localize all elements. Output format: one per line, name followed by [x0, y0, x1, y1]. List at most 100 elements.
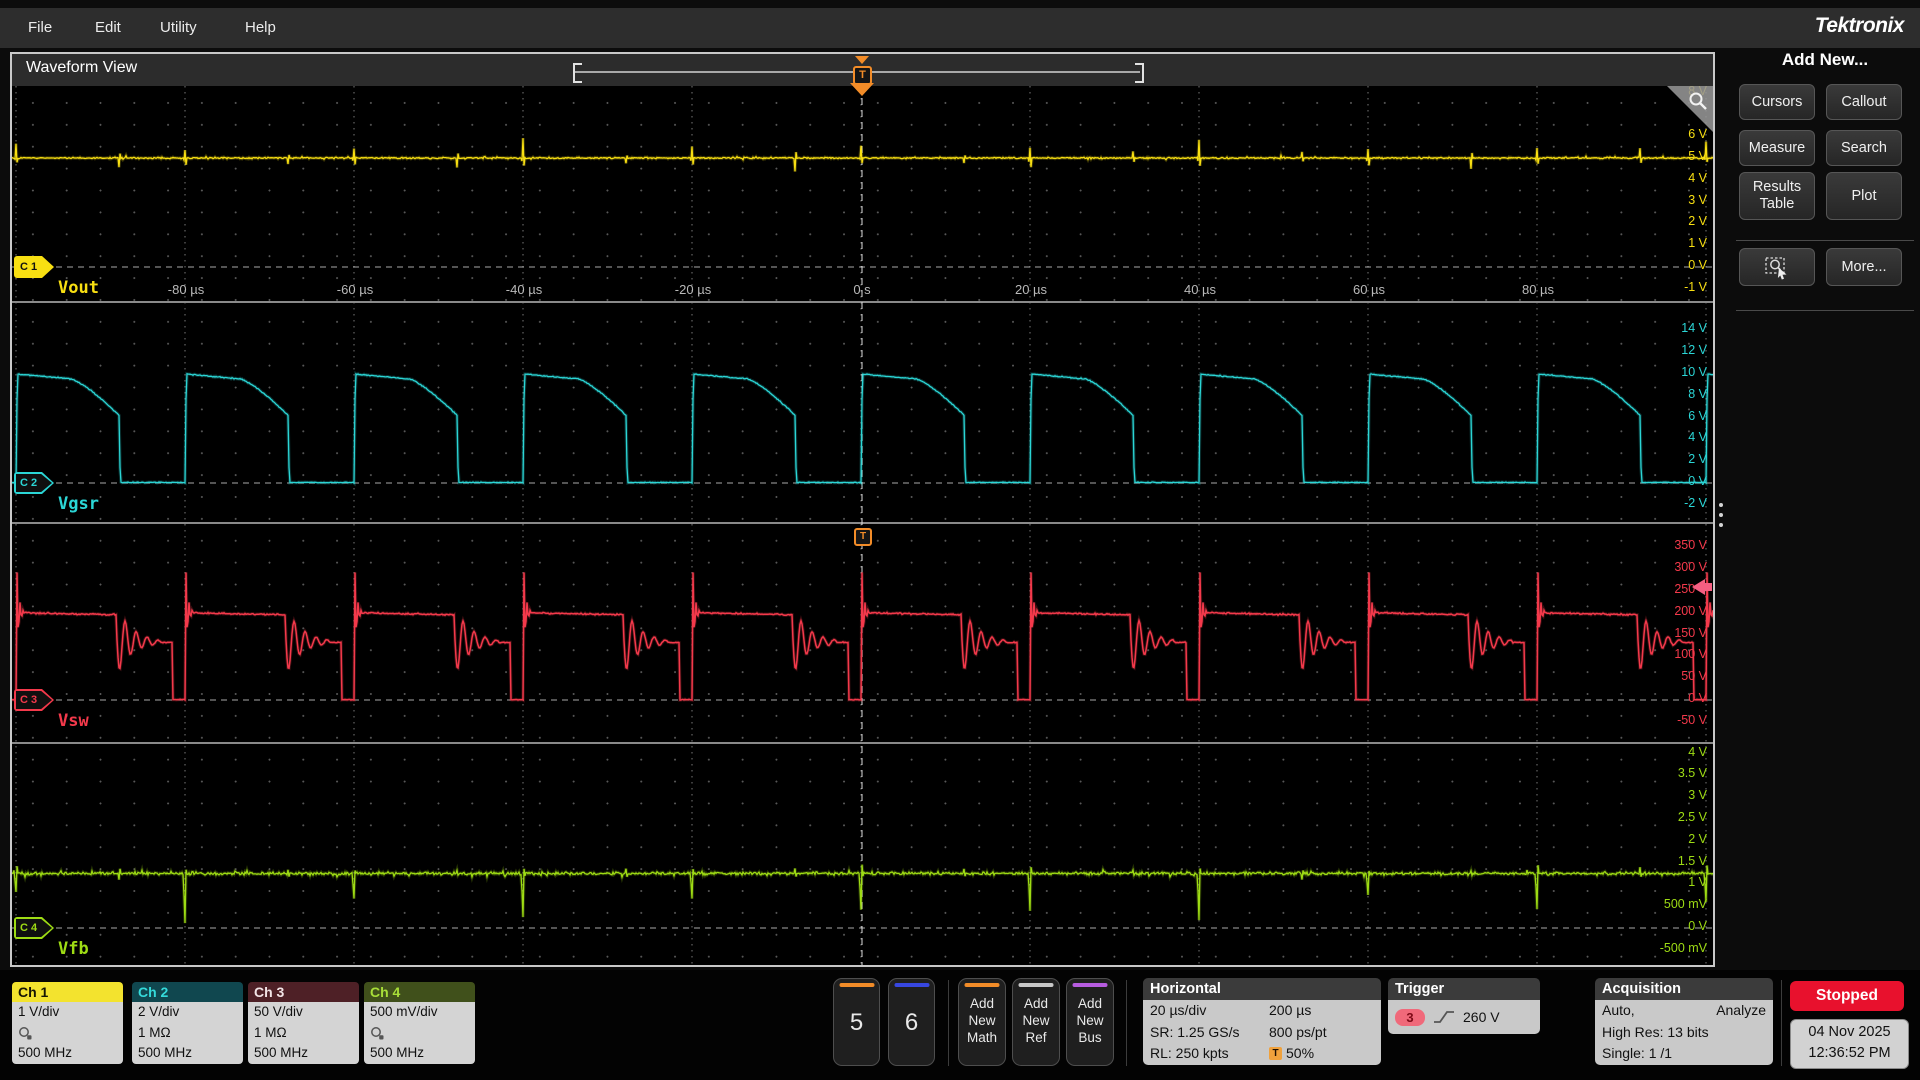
channel-label: Ch 1 [12, 982, 123, 1002]
waveform-plot [12, 86, 1713, 965]
channel-button-ch-3[interactable]: Ch 350 V/div1 MΩ500 MHz [248, 982, 359, 1064]
menu-item-utility[interactable]: Utility [160, 8, 197, 48]
acquisition-value-left: High Res: 13 bits [1602, 1022, 1766, 1044]
axis-label-vfb: 4 V [1688, 745, 1707, 759]
channel-color-stripe [839, 983, 874, 987]
channel-badge-vsw[interactable]: C 3 [14, 689, 54, 711]
waveform-view-title: Waveform View [26, 59, 137, 77]
horizontal-value-left: 20 µs/div [1150, 1000, 1269, 1022]
button-color-stripe [1019, 983, 1054, 987]
axis-label-vsw: 350 V [1674, 538, 1707, 552]
zoom-select-button[interactable] [1739, 248, 1815, 286]
add-measure-button[interactable]: Measure [1739, 130, 1815, 166]
axis-label-vout: 1 V [1688, 236, 1707, 250]
axis-label-vsw: 100 V [1674, 647, 1707, 661]
acquisition-panel[interactable]: Acquisition Auto,AnalyzeHigh Res: 13 bit… [1595, 978, 1773, 1065]
panel-resize-handle[interactable] [1719, 503, 1724, 533]
add-new-title: Add New... [1730, 50, 1920, 70]
horizontal-value-right: T 50% [1269, 1043, 1374, 1065]
acquisition-panel-title: Acquisition [1595, 978, 1773, 1000]
button-label: AddNewBus [1067, 995, 1113, 1046]
trigger-source-marker[interactable]: T [854, 528, 872, 546]
channel-scale: 500 mV/div [370, 1002, 475, 1023]
channel-scale: 2 V/div [138, 1002, 243, 1023]
trace-label-vout: Vout [58, 278, 99, 298]
add-new-bus-button[interactable]: AddNewBus [1066, 978, 1114, 1066]
trigger-panel[interactable]: Trigger 3 260 V [1388, 978, 1540, 1034]
trigger-level-value: 260 V [1463, 1009, 1500, 1025]
add-callout-button[interactable]: Callout [1826, 84, 1902, 120]
channel-scale: 1 V/div [18, 1002, 123, 1023]
oscilloscope-screen: Tektronix FileEditUtilityHelp Waveform V… [0, 0, 1920, 1080]
more-button[interactable]: More... [1826, 248, 1902, 286]
axis-label-vfb: 1 V [1688, 875, 1707, 889]
axis-label-vsw: 0 V [1688, 691, 1707, 705]
add-plot-button[interactable]: Plot [1826, 172, 1902, 220]
waveform-trace [12, 138, 1713, 171]
horizontal-panel[interactable]: Horizontal 20 µs/div200 µsSR: 1.25 GS/s8… [1143, 978, 1381, 1065]
channel-button-ch-4[interactable]: Ch 4500 mV/div500 MHz [364, 982, 475, 1064]
menu-item-file[interactable]: File [28, 8, 52, 48]
add-new-math-button[interactable]: AddNewMath [958, 978, 1006, 1066]
time-label: -60 µs [337, 282, 373, 297]
channel-button-ch-2[interactable]: Ch 22 V/div1 MΩ500 MHz [132, 982, 243, 1064]
trigger-level-arrow-tail [1705, 583, 1712, 591]
channel-button-6[interactable]: 6 [888, 978, 935, 1066]
channel-badge-vout[interactable]: C 1 [14, 256, 54, 278]
axis-label-vgsr: 14 V [1681, 321, 1707, 335]
zoom-corner-button[interactable] [1667, 86, 1713, 132]
axis-label-vfb: 2.5 V [1678, 810, 1707, 824]
axis-label-vgsr: 8 V [1688, 387, 1707, 401]
channel-bandwidth: 500 MHz [138, 1043, 243, 1064]
probe-icon [18, 1023, 123, 1044]
time-label: 20 µs [1015, 282, 1047, 297]
run-stop-status[interactable]: Stopped [1790, 981, 1904, 1011]
button-label: AddNewRef [1013, 995, 1059, 1046]
axis-label-vout: 0 V [1688, 258, 1707, 272]
time-label: -20 µs [675, 282, 711, 297]
sidebar-divider [1736, 240, 1914, 241]
channel-scale: 50 V/div [254, 1002, 359, 1023]
horizontal-value-left: SR: 1.25 GS/s [1150, 1022, 1269, 1044]
time-label: -40 µs [506, 282, 542, 297]
channel-bandwidth: 500 MHz [18, 1043, 123, 1064]
probe-icon [370, 1023, 475, 1044]
channel-badge-vfb[interactable]: C 4 [14, 917, 54, 939]
axis-label-vfb: 1.5 V [1678, 854, 1707, 868]
channel-label: Ch 2 [132, 982, 243, 1002]
date-text: 04 Nov 2025 [1791, 1022, 1908, 1043]
bottom-bar-divider [948, 980, 949, 1066]
channel-badge-vgsr[interactable]: C 2 [14, 472, 54, 494]
time-label: 0 s [853, 282, 870, 297]
graticule[interactable]: T -80 µs-60 µs-40 µs-20 µs0 s20 µs40 µs6… [12, 86, 1713, 965]
channel-impedance: 1 MΩ [254, 1023, 359, 1044]
channel-button-5[interactable]: 5 [833, 978, 880, 1066]
axis-label-vfb: 3.5 V [1678, 766, 1707, 780]
horizontal-row: SR: 1.25 GS/s800 ps/pt [1143, 1022, 1381, 1044]
bottom-bar-divider [1781, 980, 1782, 1066]
horizontal-value-right: 200 µs [1269, 1000, 1374, 1022]
expansion-point-icon[interactable] [850, 83, 874, 96]
add-cursors-button[interactable]: Cursors [1739, 84, 1815, 120]
add-search-button[interactable]: Search [1826, 130, 1902, 166]
channel-bandwidth: 500 MHz [254, 1043, 359, 1064]
axis-label-vgsr: 12 V [1681, 343, 1707, 357]
time-text: 12:36:52 PM [1791, 1043, 1908, 1064]
channel-bandwidth: 500 MHz [370, 1043, 475, 1064]
sidebar-add-new: Add New... Cursors Callout Measure Search Re… [1730, 48, 1920, 968]
trigger-position-icon[interactable] [855, 56, 869, 64]
channel-color-stripe [894, 983, 929, 987]
trigger-flag-icon: T [1269, 1047, 1282, 1060]
acquisition-value-left: Auto, [1602, 1000, 1716, 1022]
channel-button-ch-1[interactable]: Ch 11 V/div 500 MHz [12, 982, 123, 1064]
datetime-badge[interactable]: 04 Nov 2025 12:36:52 PM [1790, 1019, 1909, 1069]
menu-item-edit[interactable]: Edit [95, 8, 121, 48]
magnifier-icon [1687, 90, 1709, 112]
horizontal-right-text: 50% [1286, 1043, 1314, 1065]
add-results-table-button[interactable]: Results Table [1739, 172, 1815, 220]
axis-label-vout: -1 V [1684, 280, 1707, 294]
menu-item-help[interactable]: Help [245, 8, 276, 48]
channel-number: 6 [889, 1009, 934, 1037]
add-new-ref-button[interactable]: AddNewRef [1012, 978, 1060, 1066]
channel-settings: 50 V/div1 MΩ500 MHz [248, 1002, 359, 1064]
